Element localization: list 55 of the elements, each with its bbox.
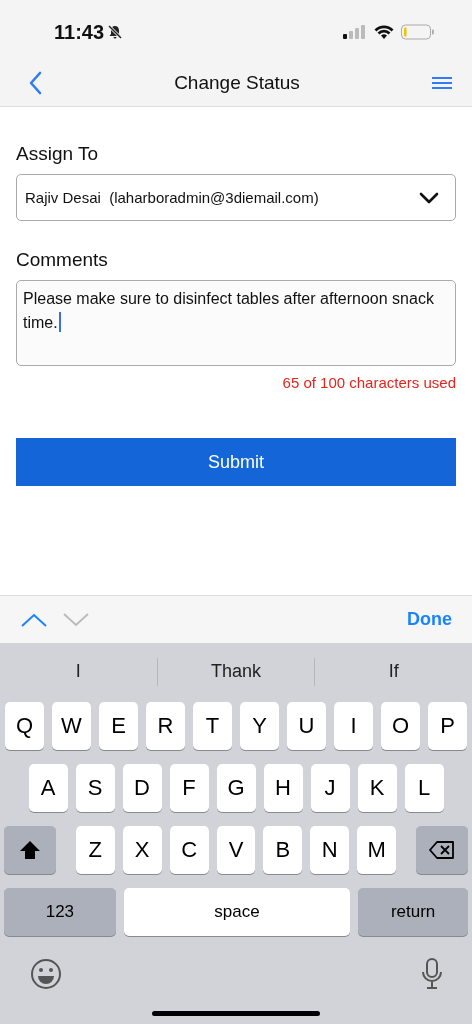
backspace-icon [429,841,456,859]
keyboard-key[interactable]: F [169,764,209,812]
keyboard-key[interactable]: S [75,764,115,812]
keyboard-key[interactable]: A [28,764,68,812]
comments-label: Comments [16,249,109,271]
signal-icon [343,25,367,39]
keyboard-key[interactable]: L [404,764,444,812]
keyboard-key[interactable]: E [99,702,138,750]
keyboard-key[interactable]: U [287,702,326,750]
clock-time: 11:43 [54,20,105,44]
suggestion[interactable]: I [0,661,157,682]
keyboard-key[interactable]: P [428,702,467,750]
keyboard-key[interactable]: C [169,826,209,874]
keyboard-key[interactable]: H [263,764,303,812]
comments-field[interactable]: Please make sure to disinfect tables after afternoon snack time. [16,280,456,366]
keyboard-key[interactable]: J [310,764,350,812]
keyboard-key[interactable]: O [381,702,420,750]
menu-icon[interactable] [432,77,452,89]
chevron-up-icon[interactable] [20,611,48,628]
keyboard-key[interactable]: B [263,826,303,874]
keyboard-key[interactable]: I [334,702,373,750]
keyboard-key[interactable]: D [122,764,162,812]
shift-key[interactable] [4,826,56,874]
character-counter: 65 of 100 characters used [282,374,456,391]
keyboard-key[interactable]: M [357,826,397,874]
keyboard-key[interactable]: Q [5,702,44,750]
microphone-icon[interactable] [422,958,442,990]
backspace-key[interactable] [416,826,468,874]
keyboard-key[interactable]: G [216,764,256,812]
assign-to-label: Assign To [16,143,100,165]
keyboard-key[interactable]: space [123,888,351,936]
assignee-dropdown[interactable]: Rajiv Desai (laharboradmin@3diemail.com) [16,174,456,221]
keyboard-key[interactable]: Y [240,702,279,750]
keyboard-key[interactable]: W [52,702,91,750]
text-cursor [58,312,61,332]
keyboard-key[interactable]: return [358,888,468,936]
keyboard-key[interactable]: X [122,826,162,874]
shift-arrow-icon [18,840,41,860]
submit-button[interactable]: Submit [16,438,456,486]
back-icon[interactable] [28,71,42,95]
keyboard-key[interactable]: K [357,764,397,812]
keyboard-key[interactable]: N [310,826,350,874]
suggestion[interactable]: Thank [157,661,315,682]
battery-icon [401,24,434,40]
emoji-icon[interactable] [30,958,62,990]
suggestion[interactable]: If [315,661,472,682]
keyboard-key[interactable]: 123 [4,888,116,936]
keyboard-key[interactable]: R [146,702,185,750]
muted-bell-icon [107,24,124,40]
keyboard-key[interactable]: V [216,826,256,874]
keyboard-key[interactable]: Z [75,826,115,874]
wifi-icon [374,25,394,39]
chevron-down-icon [419,191,439,204]
keyboard-key[interactable]: T [193,702,232,750]
screen-title: Change Status [174,72,300,94]
